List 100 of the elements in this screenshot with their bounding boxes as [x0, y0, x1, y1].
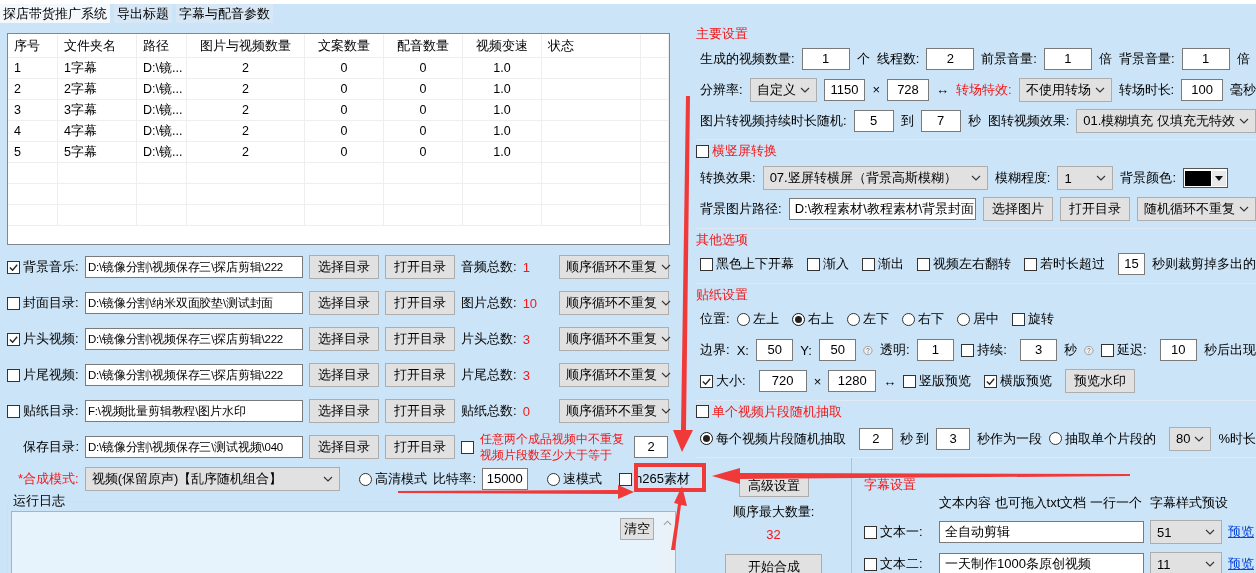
text-field[interactable]: 2: [859, 427, 893, 450]
text-field[interactable]: D:\镜像分割\视频保存三\探店剪辑\222: [85, 328, 303, 350]
radio-button[interactable]: [791, 312, 805, 326]
text-field[interactable]: 1150: [823, 78, 866, 101]
text-field[interactable]: 15: [1118, 253, 1145, 275]
checkbox[interactable]: 封面目录:: [7, 294, 79, 312]
radio-button[interactable]: [546, 472, 560, 486]
column-header[interactable]: 视频变速: [463, 34, 542, 58]
text-field[interactable]: 728: [887, 78, 929, 101]
dropdown[interactable]: 07.竖屏转横屏（背景高斯模糊）: [762, 166, 988, 190]
checkbox[interactable]: 持续:: [961, 341, 1007, 359]
radio-label[interactable]: 高清模式: [375, 470, 428, 488]
text-field[interactable]: 全自动剪辑: [939, 521, 1144, 543]
radio-label[interactable]: 左下: [862, 310, 889, 328]
radio-button[interactable]: [1048, 432, 1062, 445]
push-button[interactable]: 打开目录: [385, 363, 455, 387]
checkbox[interactable]: 渐出: [862, 255, 904, 273]
text-field[interactable]: D:\镜像分割\视频保存三\探店剪辑\222: [85, 256, 303, 278]
push-button[interactable]: 打开目录: [385, 291, 455, 315]
dropdown[interactable]: 不使用转场: [1018, 77, 1112, 102]
start-button[interactable]: 开始合成: [725, 554, 822, 573]
dropdown[interactable]: 顺序循环不重复: [559, 255, 669, 279]
text-field[interactable]: 2: [926, 47, 975, 70]
checkbox[interactable]: 片尾视频:: [7, 366, 79, 384]
radio-button[interactable]: [846, 312, 860, 326]
checkbox[interactable]: 贴纸目录:: [7, 402, 79, 420]
column-header[interactable]: 路径: [137, 34, 187, 58]
dropdown[interactable]: 随机循环不重复: [1137, 197, 1256, 221]
clear-button[interactable]: 清空: [620, 518, 654, 540]
preview-link[interactable]: 预览: [1228, 555, 1256, 573]
radio-button[interactable]: [700, 432, 713, 445]
column-header[interactable]: 文件夹名: [58, 34, 137, 58]
push-button[interactable]: 打开目录: [385, 399, 455, 423]
checkbox[interactable]: 文本二:: [864, 555, 933, 573]
push-button[interactable]: 选择目录: [309, 327, 379, 351]
push-button[interactable]: 选择目录: [309, 399, 379, 423]
radio-label[interactable]: 每个视频片段随机抽取: [716, 429, 846, 448]
radio-button[interactable]: [956, 312, 970, 326]
radio-label[interactable]: 居中: [972, 310, 999, 328]
push-button[interactable]: 打开目录: [1060, 197, 1130, 221]
push-button[interactable]: 选择目录: [309, 435, 379, 459]
text-field[interactable]: 50: [818, 339, 857, 361]
dropdown[interactable]: 顺序循环不重复: [559, 327, 669, 351]
radio-button[interactable]: [901, 312, 915, 326]
radio-button[interactable]: [736, 312, 750, 326]
text-field[interactable]: F:\视频批量剪辑教程\图片水印: [85, 400, 303, 422]
dropdown[interactable]: 顺序循环不重复: [559, 399, 669, 423]
text-field[interactable]: 10: [1159, 339, 1198, 361]
scrollbar[interactable]: [659, 512, 675, 573]
radio-label[interactable]: 右下: [917, 310, 944, 328]
checkbox[interactable]: 若时长超过: [1024, 255, 1105, 273]
radio-label[interactable]: 速模式: [562, 470, 602, 488]
dropdown[interactable]: 顺序循环不重复: [559, 363, 669, 387]
text-field[interactable]: 15000: [482, 468, 528, 490]
tab[interactable]: 探店带货推广系统: [0, 4, 110, 23]
column-header[interactable]: 序号: [8, 34, 58, 58]
dropdown[interactable]: 80: [1168, 426, 1212, 451]
checkbox[interactable]: 延迟:: [1100, 341, 1147, 359]
push-button[interactable]: 打开目录: [385, 327, 455, 351]
checkbox[interactable]: 旋转: [1011, 310, 1054, 328]
checkbox[interactable]: [461, 440, 474, 454]
text-field[interactable]: 50: [755, 339, 794, 361]
checkbox[interactable]: 背景音乐:: [7, 258, 79, 276]
push-button[interactable]: 选择目录: [309, 291, 379, 315]
checkbox[interactable]: 渐入: [807, 255, 849, 273]
text-field[interactable]: 7: [920, 109, 961, 132]
dropdown[interactable]: 11: [1150, 552, 1222, 573]
dropdown[interactable]: 视频(保留原声)【乱序随机组合】: [84, 467, 341, 491]
checkbox[interactable]: 大小:: [700, 372, 746, 390]
color-picker[interactable]: [1183, 168, 1229, 188]
checkbox[interactable]: 黑色上下开幕: [700, 255, 794, 273]
text-field[interactable]: D:\镜像分割\纳米双面胶垫\测试封面: [85, 292, 303, 314]
dropdown[interactable]: 顺序循环不重复: [559, 291, 669, 315]
tab[interactable]: 字幕与配音参数: [176, 4, 273, 23]
column-header[interactable]: 文案数量: [305, 34, 384, 58]
tab[interactable]: 导出标题: [114, 4, 172, 23]
push-button[interactable]: 选择图片: [983, 197, 1053, 221]
text-field[interactable]: D:\镜像分割\视频保存三\测试视频\040: [85, 436, 303, 458]
checkbox[interactable]: 竖版预览: [903, 372, 972, 390]
radio-label[interactable]: 左上: [752, 310, 779, 328]
push-button[interactable]: 预览水印: [1065, 369, 1136, 393]
text-field[interactable]: 100: [1181, 78, 1223, 101]
text-field[interactable]: 1: [801, 47, 850, 70]
dropdown[interactable]: 1: [1057, 166, 1114, 190]
text-field[interactable]: 1: [1181, 47, 1230, 70]
text-field[interactable]: 1280: [828, 370, 877, 392]
text-field[interactable]: D:\镜像分割\视频保存三\探店剪辑\222: [85, 364, 303, 386]
push-button[interactable]: 选择目录: [309, 255, 379, 279]
radio-button[interactable]: [359, 472, 373, 486]
text-field[interactable]: 2: [634, 436, 668, 458]
checkbox[interactable]: 文本一:: [864, 523, 933, 541]
push-button[interactable]: 打开目录: [385, 435, 455, 459]
radio-label[interactable]: 右上: [807, 310, 834, 328]
text-field[interactable]: 一天制作1000条原创视频: [939, 553, 1144, 573]
dropdown[interactable]: 01.模糊填充 仅填充无特效: [1076, 108, 1256, 133]
text-field[interactable]: 5: [853, 109, 894, 132]
text-field[interactable]: 1: [1043, 47, 1092, 70]
text-field[interactable]: 3: [936, 427, 970, 450]
text-field[interactable]: 720: [758, 370, 807, 392]
checkbox[interactable]: 片头视频:: [7, 330, 79, 348]
